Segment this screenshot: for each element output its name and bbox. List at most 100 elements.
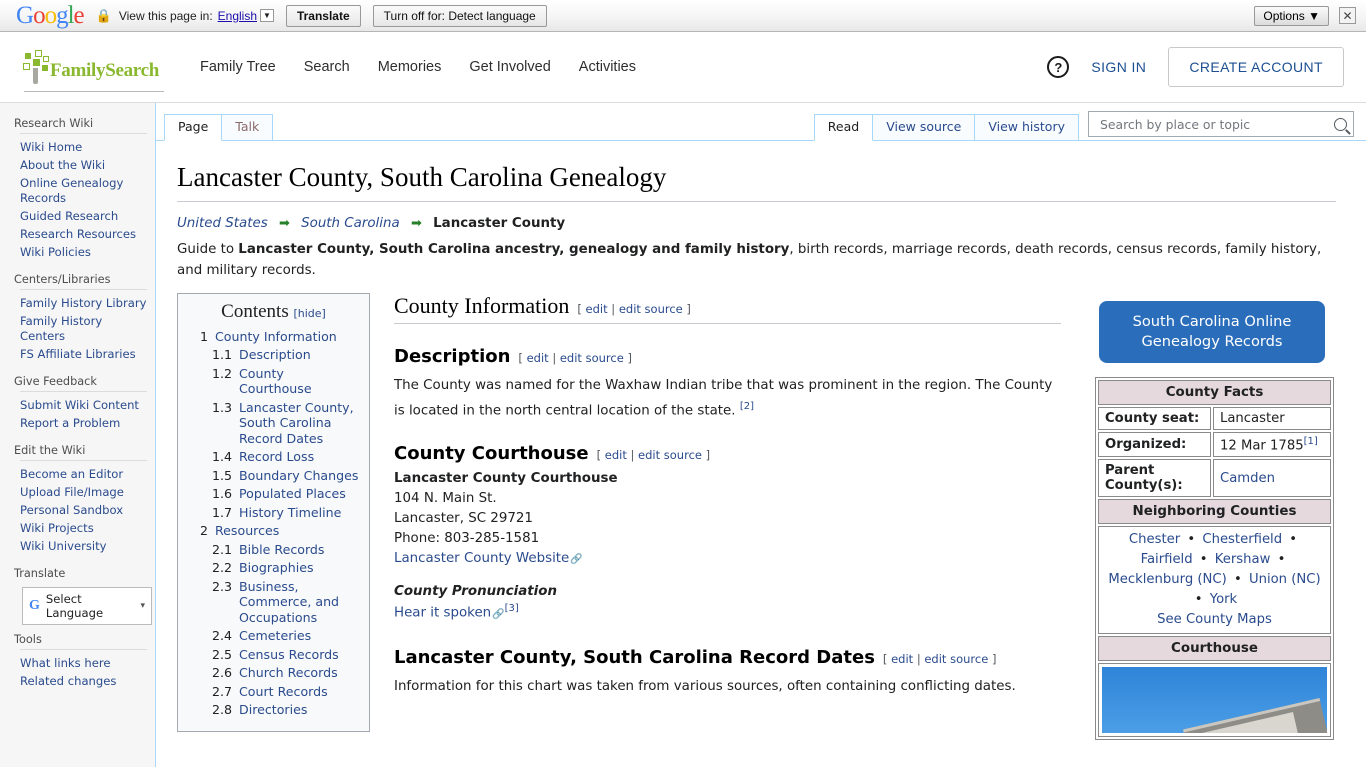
toc-item-label[interactable]: Boundary Changes: [239, 468, 358, 484]
familysearch-logo[interactable]: FamilySearch: [22, 50, 172, 92]
sidebar-item-related-changes[interactable]: Related changes: [20, 672, 147, 690]
toc-item-label[interactable]: County Courthouse: [239, 366, 359, 397]
sidebar-item-what-links-here[interactable]: What links here: [20, 654, 147, 672]
toc-item-label[interactable]: Biographies: [239, 560, 314, 576]
see-county-maps-link[interactable]: See County Maps: [1157, 612, 1272, 627]
edit-link[interactable]: edit: [527, 351, 549, 365]
edit-link[interactable]: edit: [605, 448, 627, 462]
neighbor-link-york[interactable]: York: [1210, 592, 1237, 607]
sidebar-item-become-an-editor[interactable]: Become an Editor: [20, 465, 147, 483]
sidebar-item-guided-research[interactable]: Guided Research: [20, 207, 147, 225]
sidebar-item-personal-sandbox[interactable]: Personal Sandbox: [20, 501, 147, 519]
sidebar-item-wiki-home[interactable]: Wiki Home: [20, 138, 147, 156]
toc-item-label[interactable]: Lancaster County, South Carolina Record …: [239, 400, 359, 447]
neighbor-link-mecklenburg-nc[interactable]: Mecklenburg (NC): [1108, 572, 1226, 587]
toc-item[interactable]: 1.4 Record Loss: [188, 449, 359, 465]
toc-item[interactable]: 1 County Information: [188, 329, 359, 345]
breadcrumb-item-united-states[interactable]: United States: [177, 216, 268, 231]
sidebar-item-wiki-projects[interactable]: Wiki Projects: [20, 519, 147, 537]
toc-item-label[interactable]: Description: [239, 347, 311, 363]
tab-talk[interactable]: Talk: [221, 114, 274, 140]
toc-item[interactable]: 2.1 Bible Records: [188, 542, 359, 558]
parent-county-link[interactable]: Camden: [1220, 471, 1275, 486]
create-account-button[interactable]: CREATE ACCOUNT: [1168, 47, 1344, 87]
nav-item-activities[interactable]: Activities: [579, 59, 636, 75]
sidebar-item-online-genealogy-records[interactable]: Online Genealogy Records: [20, 174, 147, 207]
help-icon[interactable]: ?: [1047, 56, 1070, 78]
toc-item[interactable]: 2 Resources: [188, 523, 359, 539]
search-icon[interactable]: [1334, 117, 1347, 131]
sidebar-item-research-resources[interactable]: Research Resources: [20, 225, 147, 243]
online-genealogy-records-button[interactable]: South Carolina Online Genealogy Records: [1099, 300, 1325, 363]
toc-item-label[interactable]: Record Loss: [239, 449, 314, 465]
reference-marker[interactable]: [2]: [740, 401, 754, 412]
close-icon[interactable]: ✕: [1339, 7, 1356, 24]
edit-link[interactable]: edit: [586, 302, 608, 316]
toc-item[interactable]: 1.6 Populated Places: [188, 486, 359, 502]
tab-view-history[interactable]: View history: [974, 114, 1079, 140]
toc-item[interactable]: 2.6 Church Records: [188, 665, 359, 681]
toc-item-label[interactable]: Census Records: [239, 647, 339, 663]
toc-item-label[interactable]: Church Records: [239, 665, 338, 681]
toc-item[interactable]: 1.1 Description: [188, 347, 359, 363]
tab-page[interactable]: Page: [164, 114, 223, 141]
sidebar-item-about-the-wiki[interactable]: About the Wiki: [20, 156, 147, 174]
search-input[interactable]: [1098, 115, 1330, 133]
edit-source-link[interactable]: edit source: [619, 302, 683, 316]
reference-marker[interactable]: [3]: [505, 603, 519, 614]
toc-item[interactable]: 2.2 Biographies: [188, 560, 359, 576]
toc-item-label[interactable]: History Timeline: [239, 505, 341, 521]
translate-button[interactable]: Translate: [285, 4, 361, 27]
toc-item[interactable]: 2.7 Court Records: [188, 684, 359, 700]
edit-source-link[interactable]: edit source: [638, 448, 702, 462]
toc-item[interactable]: 1.7 History Timeline: [188, 505, 359, 521]
toc-item-label[interactable]: Cemeteries: [239, 628, 311, 644]
chevron-down-icon[interactable]: ▼: [260, 9, 274, 22]
translate-language-link[interactable]: English: [218, 9, 257, 23]
courthouse-website-link[interactable]: Lancaster County Website: [394, 551, 569, 566]
translate-options-button[interactable]: Options ▼: [1254, 5, 1329, 26]
sidebar-item-report-a-problem[interactable]: Report a Problem: [20, 414, 147, 432]
toc-item-label[interactable]: Court Records: [239, 684, 328, 700]
tab-read[interactable]: Read: [813, 114, 874, 141]
toc-item[interactable]: 2.4 Cemeteries: [188, 628, 359, 644]
reference-marker[interactable]: [1]: [1304, 436, 1318, 447]
neighbor-link-kershaw[interactable]: Kershaw: [1215, 552, 1271, 567]
toc-item-label[interactable]: County Information: [215, 329, 337, 345]
edit-source-link[interactable]: edit source: [924, 652, 988, 666]
nav-item-memories[interactable]: Memories: [378, 59, 442, 75]
neighbor-link-fairfield[interactable]: Fairfield: [1141, 552, 1193, 567]
language-selector[interactable]: G Select Language ▾: [22, 587, 152, 625]
neighbor-link-chesterfield[interactable]: Chesterfield: [1202, 532, 1282, 547]
neighbor-link-union-nc[interactable]: Union (NC): [1249, 572, 1321, 587]
toc-item-label[interactable]: Resources: [215, 523, 279, 539]
toc-item[interactable]: 1.3 Lancaster County, South Carolina Reco…: [188, 400, 359, 447]
toc-item-label[interactable]: Directories: [239, 702, 307, 718]
sidebar-item-family-history-centers[interactable]: Family History Centers: [20, 312, 147, 345]
toc-item[interactable]: 2.5 Census Records: [188, 647, 359, 663]
sidebar-item-wiki-policies[interactable]: Wiki Policies: [20, 243, 147, 261]
edit-source-link[interactable]: edit source: [560, 351, 624, 365]
search-box[interactable]: [1088, 111, 1354, 137]
sidebar-item-submit-wiki-content[interactable]: Submit Wiki Content: [20, 396, 147, 414]
nav-item-family-tree[interactable]: Family Tree: [200, 59, 276, 75]
toc-hide-link[interactable]: [hide]: [293, 307, 325, 320]
nav-item-search[interactable]: Search: [304, 59, 350, 75]
toc-item[interactable]: 2.8 Directories: [188, 702, 359, 718]
tab-view-source[interactable]: View source: [872, 114, 976, 140]
sidebar-item-upload-file-image[interactable]: Upload File/Image: [20, 483, 147, 501]
toc-item[interactable]: 1.5 Boundary Changes: [188, 468, 359, 484]
sidebar-item-wiki-university[interactable]: Wiki University: [20, 537, 147, 555]
turn-off-translate-button[interactable]: Turn off for: Detect language: [372, 4, 547, 27]
neighbor-link-chester[interactable]: Chester: [1129, 532, 1180, 547]
toc-item-label[interactable]: Populated Places: [239, 486, 346, 502]
sign-in-link[interactable]: SIGN IN: [1091, 59, 1146, 75]
nav-item-get-involved[interactable]: Get Involved: [469, 59, 550, 75]
sidebar-item-family-history-library[interactable]: Family History Library: [20, 294, 147, 312]
edit-link[interactable]: edit: [891, 652, 913, 666]
toc-item[interactable]: 2.3 Business, Commerce, and Occupations: [188, 579, 359, 626]
hear-it-spoken-link[interactable]: Hear it spoken: [394, 606, 491, 621]
toc-item[interactable]: 1.2 County Courthouse: [188, 366, 359, 397]
sidebar-item-fs-affiliate-libraries[interactable]: FS Affiliate Libraries: [20, 345, 147, 363]
toc-item-label[interactable]: Business, Commerce, and Occupations: [239, 579, 359, 626]
